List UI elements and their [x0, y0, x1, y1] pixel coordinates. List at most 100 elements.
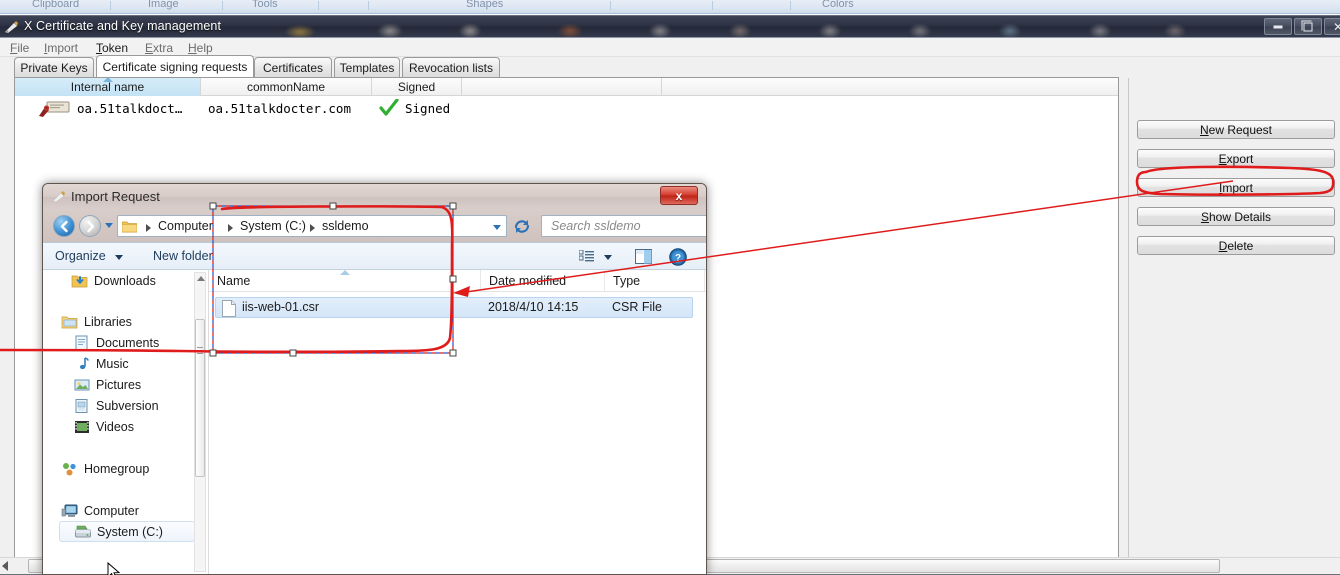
- dialog-title-bar[interactable]: Import Request x: [43, 184, 706, 210]
- pen-certificate-icon: [52, 191, 65, 203]
- listview-header: Internal name commonName Signed: [15, 77, 1118, 96]
- history-dropdown-icon[interactable]: [105, 223, 113, 228]
- search-placeholder: Search ssldemo: [551, 219, 641, 233]
- new-folder-button[interactable]: New folder: [153, 249, 213, 263]
- help-icon[interactable]: ?: [669, 248, 687, 266]
- breadcrumb-system-c[interactable]: System (C:): [240, 219, 306, 233]
- dialog-navigation-bar: Computer System (C:) ssldemo Search ssld…: [43, 210, 706, 242]
- nav-item-system-c[interactable]: System (C:): [59, 521, 195, 542]
- harddisk-icon: [75, 525, 91, 537]
- file-column-type[interactable]: Type: [605, 270, 705, 292]
- forward-arrow-icon: [86, 220, 94, 232]
- pen-certificate-icon: [5, 21, 18, 33]
- minimize-button[interactable]: [1264, 18, 1292, 35]
- title-bar-background-smear: [270, 16, 1230, 37]
- file-column-name[interactable]: Name: [209, 270, 481, 292]
- ribbon-group-colors: Colors: [822, 0, 854, 10]
- table-row[interactable]: oa.51talkdoct… oa.51talkdocter.com Signe…: [15, 96, 1118, 120]
- nav-item-label: Documents: [96, 335, 160, 350]
- nav-item-label: System (C:): [97, 524, 163, 539]
- menu-import[interactable]: Import: [44, 41, 78, 55]
- nav-item-label: Homegroup: [84, 461, 150, 476]
- nav-item-documents[interactable]: Documents: [73, 332, 159, 353]
- pictures-icon: [74, 379, 90, 390]
- preview-pane-icon[interactable]: [635, 249, 652, 264]
- breadcrumb-separator-icon: [310, 224, 315, 232]
- dialog-close-button[interactable]: x: [660, 186, 698, 205]
- videos-icon: [75, 420, 89, 433]
- tab-private-keys[interactable]: Private Keys: [14, 57, 94, 77]
- green-check-icon: [379, 99, 399, 116]
- address-bar[interactable]: Computer System (C:) ssldemo: [117, 215, 507, 237]
- search-input[interactable]: Search ssldemo: [541, 215, 706, 237]
- cell-internal-name: oa.51talkdoct…: [77, 100, 183, 116]
- music-icon: [80, 356, 89, 369]
- folder-icon: [122, 221, 137, 233]
- nav-item-music[interactable]: Music: [73, 353, 129, 374]
- menu-help[interactable]: Help: [188, 41, 213, 55]
- scroll-left-arrow-icon[interactable]: [2, 561, 8, 571]
- nav-item-videos[interactable]: Videos: [73, 416, 134, 437]
- tab-certificate-signing-requests[interactable]: Certificate signing requests: [96, 55, 254, 77]
- refresh-icon[interactable]: [513, 217, 531, 235]
- minimize-icon: [1273, 25, 1283, 28]
- background-ribbon-strip: Clipboard Image Tools Shapes Colors: [0, 0, 1340, 14]
- import-button[interactable]: Import: [1137, 178, 1335, 197]
- computer-icon: [61, 504, 78, 517]
- main-title-bar[interactable]: X Certificate and Key management ✕: [0, 16, 1340, 38]
- menu-file[interactable]: File: [10, 41, 29, 55]
- ribbon-separator: [222, 1, 223, 10]
- tab-templates[interactable]: Templates: [334, 57, 400, 77]
- menu-extra[interactable]: Extra: [145, 41, 173, 55]
- dialog-body: Downloads Libraries Documents Music Pict…: [43, 270, 706, 574]
- nav-item-downloads[interactable]: Downloads: [71, 270, 156, 291]
- forward-button[interactable]: [79, 215, 101, 237]
- view-list-icon[interactable]: [579, 250, 594, 264]
- export-button[interactable]: Export: [1137, 149, 1335, 168]
- tab-revocation-lists[interactable]: Revocation lists: [402, 57, 500, 77]
- restore-button[interactable]: [1294, 18, 1322, 35]
- chevron-down-icon[interactable]: [604, 255, 612, 260]
- scroll-up-arrow-icon[interactable]: [197, 276, 205, 281]
- chevron-down-icon[interactable]: [493, 225, 501, 230]
- new-request-button[interactable]: New Request: [1137, 120, 1335, 139]
- chevron-down-icon[interactable]: [115, 255, 123, 260]
- breadcrumb-separator-icon: [228, 224, 233, 232]
- cell-commonname: oa.51talkdocter.com: [208, 100, 351, 116]
- column-header-internal-name[interactable]: Internal name: [15, 77, 201, 96]
- nav-item-subversion[interactable]: Subversion: [73, 395, 159, 416]
- file-list-header: Name Date modified Type: [209, 270, 706, 292]
- column-header-extra[interactable]: [462, 78, 662, 96]
- ribbon-separator: [790, 1, 791, 10]
- breadcrumb-ssldemo[interactable]: ssldemo: [322, 219, 369, 233]
- nav-item-libraries[interactable]: Libraries: [61, 311, 132, 332]
- tab-certificates[interactable]: Certificates: [254, 57, 332, 77]
- navigation-pane-scrollbar[interactable]: [194, 272, 206, 572]
- svg-text:?: ?: [675, 253, 681, 264]
- organize-button[interactable]: Organize: [55, 249, 106, 263]
- ribbon-group-tools: Tools: [252, 0, 278, 10]
- scrollbar-thumb[interactable]: [195, 319, 205, 477]
- back-arrow-icon: [60, 220, 68, 232]
- show-details-button[interactable]: Show Details: [1137, 207, 1335, 226]
- breadcrumb-separator-icon: [146, 224, 151, 232]
- file-icon: [222, 300, 236, 317]
- menu-token[interactable]: Token: [96, 41, 128, 55]
- column-header-commonname[interactable]: commonName: [201, 78, 372, 96]
- file-name: iis-web-01.csr: [242, 300, 320, 314]
- close-button[interactable]: ✕: [1324, 18, 1340, 35]
- delete-button[interactable]: Delete: [1137, 236, 1335, 255]
- nav-item-homegroup[interactable]: Homegroup: [61, 458, 149, 479]
- nav-item-computer[interactable]: Computer: [61, 500, 139, 521]
- column-header-signed[interactable]: Signed: [372, 78, 462, 96]
- homegroup-icon: [63, 462, 76, 475]
- file-list-item[interactable]: iis-web-01.csr 2018/4/10 14:15 CSR File: [215, 297, 693, 318]
- file-column-date-modified[interactable]: Date modified: [481, 270, 605, 292]
- back-button[interactable]: [53, 215, 75, 237]
- breadcrumb-computer[interactable]: Computer: [158, 219, 213, 233]
- nav-item-label: Libraries: [84, 314, 132, 329]
- ribbon-separator: [368, 1, 369, 10]
- ribbon-separator: [318, 1, 319, 10]
- nav-item-pictures[interactable]: Pictures: [73, 374, 141, 395]
- downloads-icon: [71, 275, 88, 287]
